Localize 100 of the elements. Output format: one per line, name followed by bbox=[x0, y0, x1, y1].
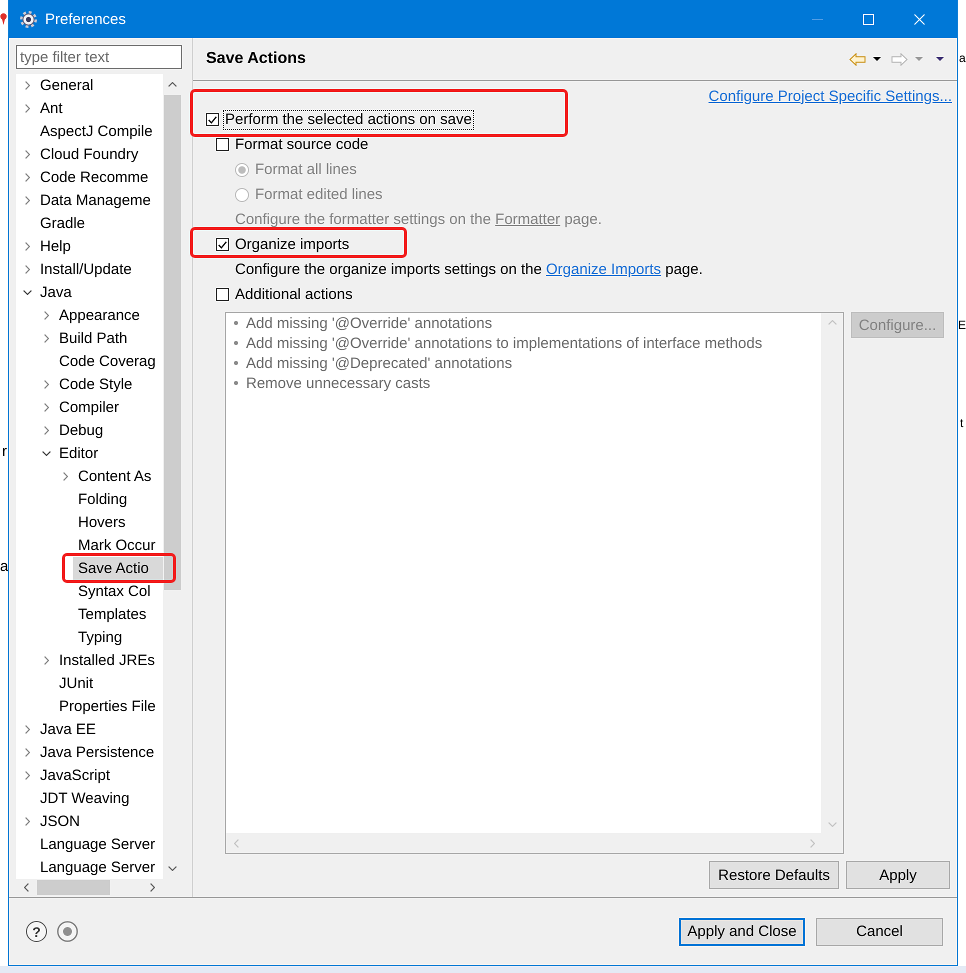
bullet-icon bbox=[234, 321, 238, 325]
record-icon[interactable] bbox=[57, 921, 78, 942]
scrollbar-thumb[interactable] bbox=[164, 95, 180, 590]
tree-item[interactable]: JDT Weaving bbox=[35, 787, 163, 810]
tree-item[interactable]: General bbox=[35, 74, 163, 97]
background-text: a bbox=[0, 558, 8, 576]
chevron-right-icon[interactable] bbox=[24, 150, 30, 159]
chevron-right-icon[interactable] bbox=[24, 771, 30, 780]
chevron-down-icon[interactable] bbox=[168, 866, 176, 871]
bullet-icon bbox=[234, 361, 238, 365]
chevron-right-icon[interactable] bbox=[24, 173, 30, 182]
chevron-right-icon[interactable] bbox=[24, 81, 30, 90]
checkbox-label[interactable]: Additional actions bbox=[233, 284, 355, 304]
list-item: Add missing '@Override' annotations bbox=[246, 314, 492, 332]
chevron-down-icon[interactable] bbox=[42, 451, 50, 456]
apply-and-close-button[interactable]: Apply and Close bbox=[679, 918, 805, 946]
tree-item[interactable]: Java EE bbox=[35, 718, 163, 741]
tree-item[interactable]: Language Server bbox=[35, 833, 163, 856]
tree-item[interactable]: AspectJ Compile bbox=[35, 120, 163, 143]
page-title: Save Actions bbox=[206, 50, 307, 68]
checkmark-icon bbox=[218, 240, 227, 248]
chevron-right-icon[interactable] bbox=[44, 426, 48, 435]
chevron-right-icon[interactable] bbox=[24, 725, 30, 734]
tree-item[interactable]: Save Actio bbox=[73, 557, 163, 580]
checkmark-icon bbox=[208, 116, 217, 124]
chevron-right-icon[interactable] bbox=[24, 817, 30, 826]
list-item: Remove unnecessary casts bbox=[246, 374, 430, 392]
checkbox[interactable] bbox=[216, 238, 229, 251]
tree-item[interactable]: Appearance bbox=[54, 304, 163, 327]
tree-item[interactable]: Content As bbox=[73, 465, 163, 488]
tree-item[interactable]: Java Persistence bbox=[35, 741, 163, 764]
restore-defaults-button[interactable]: Restore Defaults bbox=[709, 861, 839, 889]
caret-icon[interactable] bbox=[873, 57, 881, 61]
chevron-right-icon[interactable] bbox=[24, 104, 30, 113]
tree-item[interactable]: Cloud Foundry bbox=[35, 143, 163, 166]
tree-item[interactable]: Code Coverag bbox=[54, 350, 163, 373]
tree-item[interactable]: Java bbox=[35, 281, 163, 304]
chevron-right-icon[interactable] bbox=[44, 403, 48, 412]
tree-item[interactable]: Mark Occur bbox=[73, 534, 163, 557]
tree-item[interactable]: JSON bbox=[35, 810, 163, 833]
gear-icon bbox=[20, 10, 37, 28]
tree-item[interactable]: Code Style bbox=[54, 373, 163, 396]
tree-item[interactable]: Debug bbox=[54, 419, 163, 442]
chevron-down-icon[interactable] bbox=[22, 290, 32, 295]
chevron-right-icon[interactable] bbox=[44, 334, 48, 343]
menu-caret-icon[interactable] bbox=[936, 57, 944, 61]
tree-item[interactable]: Gradle bbox=[35, 212, 163, 235]
tree-item[interactable]: Ant bbox=[35, 97, 163, 120]
hint-text: Configure the organize imports settings on the Organize Imports page. bbox=[235, 260, 704, 280]
tree-item[interactable]: Compiler bbox=[54, 396, 163, 419]
checkbox-label[interactable]: Organize imports bbox=[233, 234, 352, 254]
cancel-button[interactable]: Cancel bbox=[816, 918, 943, 946]
tree-item[interactable]: Hovers bbox=[73, 511, 163, 534]
project-settings-link[interactable]: Configure Project Specific Settings... bbox=[708, 88, 952, 104]
chevron-right-icon[interactable] bbox=[150, 882, 155, 892]
checkbox-label[interactable]: Format source code bbox=[233, 134, 370, 154]
maximize-icon[interactable] bbox=[863, 14, 874, 24]
close-icon[interactable] bbox=[914, 14, 925, 24]
filter-field[interactable]: type filter text bbox=[16, 45, 182, 69]
list-item: Add missing '@Deprecated' annotations bbox=[246, 354, 512, 372]
tree-item[interactable]: Install/Update bbox=[35, 258, 163, 281]
chevron-right-icon[interactable] bbox=[44, 380, 48, 389]
tree-item[interactable]: Typing bbox=[73, 626, 163, 649]
background-text: a bbox=[959, 50, 966, 67]
tree-item[interactable]: Installed JREs bbox=[54, 649, 163, 672]
checkbox[interactable] bbox=[206, 113, 219, 126]
tree-item[interactable]: Build Path bbox=[54, 327, 163, 350]
tree-item[interactable]: Data Manageme bbox=[35, 189, 163, 212]
background-text: t bbox=[960, 415, 964, 432]
tree-item[interactable]: JavaScript bbox=[35, 764, 163, 787]
tree-item[interactable]: Editor bbox=[54, 442, 163, 465]
help-button[interactable]: ? bbox=[26, 921, 47, 942]
tree-item[interactable]: Folding bbox=[73, 488, 163, 511]
chevron-left-icon[interactable] bbox=[24, 882, 29, 892]
list-item: Add missing '@Override' annotations to implementations of interface methods bbox=[246, 334, 762, 352]
background-text: r bbox=[2, 443, 7, 461]
checkbox-label[interactable]: Perform the selected actions on save bbox=[223, 110, 474, 130]
pin-icon bbox=[0, 13, 7, 25]
tree-item[interactable]: Help bbox=[35, 235, 163, 258]
tree-item[interactable]: Templates bbox=[73, 603, 163, 626]
background-text: E bbox=[958, 317, 966, 334]
chevron-right-icon[interactable] bbox=[44, 311, 48, 320]
chevron-up-icon[interactable] bbox=[168, 82, 176, 87]
chevron-right-icon[interactable] bbox=[24, 196, 30, 205]
checkbox[interactable] bbox=[216, 138, 229, 151]
tree-item[interactable]: Code Recomme bbox=[35, 166, 163, 189]
checkbox[interactable] bbox=[216, 288, 229, 301]
chevron-right-icon[interactable] bbox=[24, 265, 30, 274]
tree-item[interactable]: JUnit bbox=[54, 672, 163, 695]
apply-button[interactable]: Apply bbox=[846, 861, 950, 889]
chevron-right-icon[interactable] bbox=[24, 242, 30, 251]
chevron-right-icon[interactable] bbox=[44, 656, 48, 665]
chevron-right-icon[interactable] bbox=[24, 748, 30, 757]
back-arrow-icon[interactable] bbox=[849, 52, 866, 66]
tree-item[interactable]: Language Server bbox=[35, 856, 163, 879]
tree-item[interactable]: Properties File bbox=[54, 695, 163, 718]
scrollbar-thumb[interactable] bbox=[37, 880, 110, 894]
chevron-right-icon[interactable] bbox=[62, 472, 68, 481]
tree-item[interactable]: Syntax Col bbox=[73, 580, 163, 603]
page-link[interactable]: Organize Imports bbox=[546, 261, 662, 278]
